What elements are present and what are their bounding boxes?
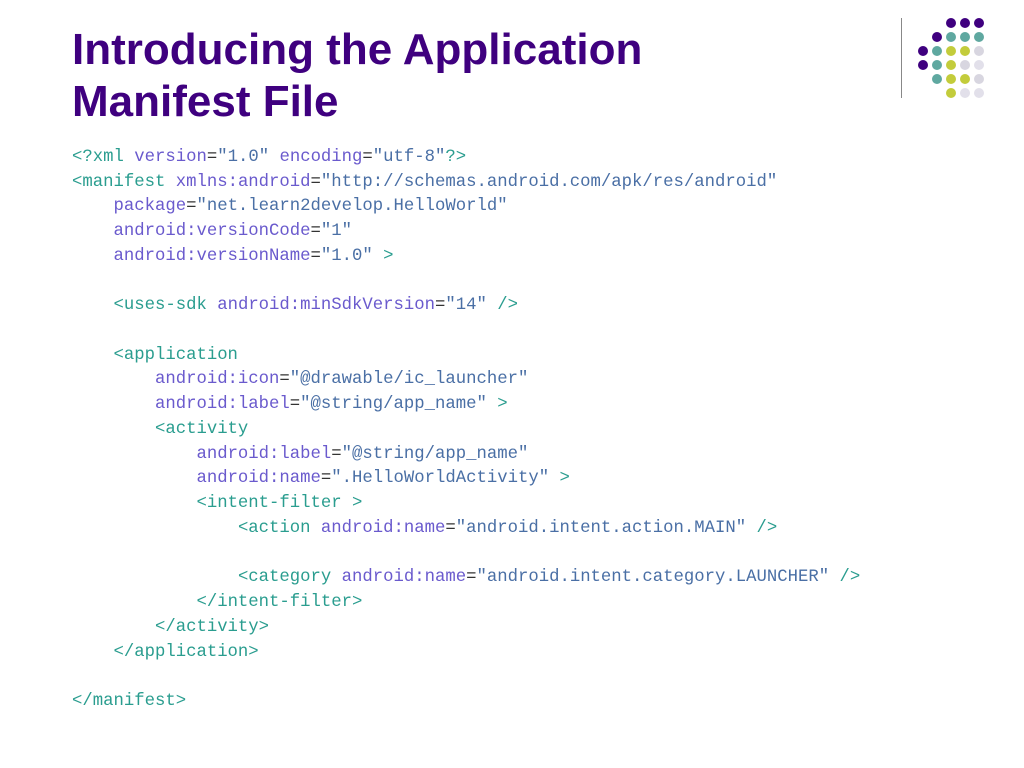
package-value: "net.learn2develop.HelloWorld" — [196, 197, 507, 216]
code-block: <?xml version="1.0" encoding="utf-8"?> <… — [72, 146, 964, 715]
slide-title: Introducing the Application Manifest Fil… — [72, 24, 832, 128]
header-row: Introducing the Application Manifest Fil… — [72, 24, 964, 128]
xmlns-value: "http://schemas.android.com/apk/res/andr… — [321, 173, 777, 192]
slide: Introducing the Application Manifest Fil… — [0, 0, 1024, 768]
version-code-value: "1" — [321, 222, 352, 241]
activity-name-value: ".HelloWorldActivity" — [331, 469, 549, 488]
xml-version-value: "1.0" — [217, 148, 269, 167]
app-label-value: "@string/app_name" — [300, 395, 487, 414]
category-name-value: "android.intent.category.LAUNCHER" — [476, 568, 829, 587]
xml-encoding-value: "utf-8" — [373, 148, 446, 167]
activity-label-value: "@string/app_name" — [342, 445, 529, 464]
decorative-dots — [901, 18, 984, 98]
action-name-value: "android.intent.action.MAIN" — [456, 519, 746, 538]
version-name-value: "1.0" — [321, 247, 373, 266]
min-sdk-value: "14" — [445, 296, 486, 315]
app-icon-value: "@drawable/ic_launcher" — [290, 370, 529, 389]
